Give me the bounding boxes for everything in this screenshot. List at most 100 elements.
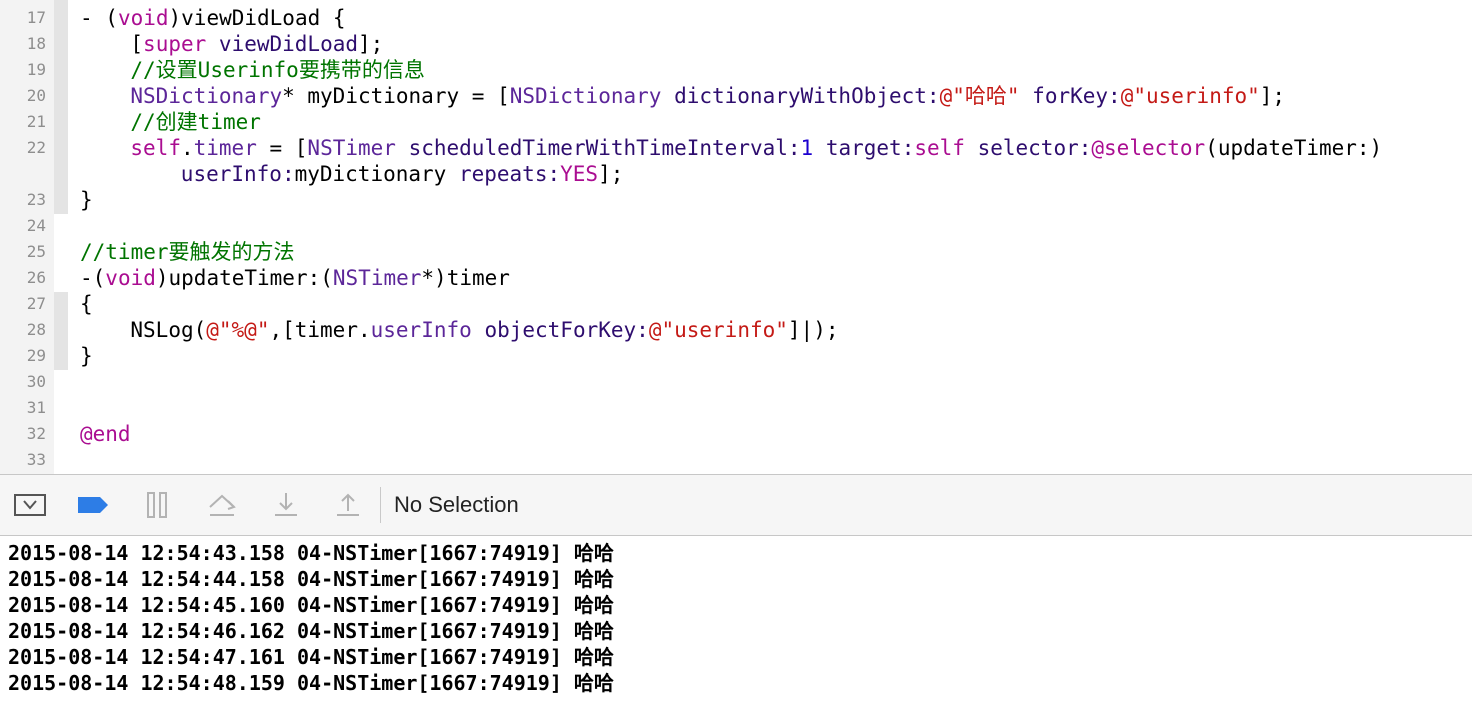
code-line[interactable]: 22 self.timer = [NSTimer scheduledTimerWi… bbox=[0, 135, 1472, 161]
code-token: } bbox=[80, 188, 93, 212]
code-token: - ( bbox=[80, 6, 118, 30]
code-token: ]; bbox=[358, 32, 384, 56]
line-number: 23 bbox=[26, 190, 46, 209]
code-text[interactable]: -(void)updateTimer:(NSTimer*)timer bbox=[80, 265, 510, 291]
code-token: viewDidLoad bbox=[218, 32, 358, 56]
code-line[interactable]: 23} bbox=[0, 187, 1472, 213]
code-token: //设置Userinfo要携带的信息 bbox=[130, 58, 425, 82]
line-number: 33 bbox=[26, 450, 46, 469]
console-output[interactable]: 2015-08-14 12:54:43.158 04-NSTimer[1667:… bbox=[0, 536, 1472, 728]
code-token: timer bbox=[193, 136, 257, 160]
code-line[interactable]: 32 @end bbox=[0, 421, 1472, 447]
code-token: ); bbox=[813, 318, 839, 342]
code-token: userInfo: bbox=[180, 162, 295, 186]
code-token: -( bbox=[80, 266, 106, 290]
code-token: } bbox=[80, 344, 93, 368]
code-line[interactable]: 26 -(void)updateTimer:(NSTimer*)timer bbox=[0, 265, 1472, 291]
code-token: repeats: bbox=[458, 162, 561, 186]
code-line[interactable]: 21 //创建timer bbox=[0, 109, 1472, 135]
code-token: . bbox=[180, 136, 194, 160]
code-text[interactable]: //timer要触发的方法 bbox=[80, 239, 295, 265]
console-log-line: 2015-08-14 12:54:46.162 04-NSTimer[1667:… bbox=[8, 619, 614, 643]
console-log-line: 2015-08-14 12:54:43.158 04-NSTimer[1667:… bbox=[8, 541, 614, 565]
line-number: 24 bbox=[26, 216, 46, 235]
code-token: ] bbox=[787, 318, 801, 342]
code-line[interactable]: 19 //设置Userinfo要携带的信息 bbox=[0, 57, 1472, 83]
line-number: 32 bbox=[26, 424, 46, 443]
code-line[interactable]: 17 - (void)viewDidLoad { bbox=[0, 5, 1472, 31]
code-token: @"哈哈" bbox=[939, 84, 1020, 108]
breakpoints-toggle-icon[interactable] bbox=[76, 491, 110, 519]
code-token: void bbox=[117, 6, 169, 30]
code-token: dictionaryWithObject: bbox=[674, 84, 940, 108]
code-line[interactable]: userInfo:myDictionary repeats:YES]; bbox=[0, 161, 1472, 187]
line-number: 25 bbox=[26, 242, 46, 261]
code-token: * myDictionary = [ bbox=[282, 84, 510, 108]
code-token: [ bbox=[130, 32, 144, 56]
code-text[interactable]: self.timer = [NSTimer scheduledTimerWith… bbox=[130, 135, 1382, 161]
step-out-icon[interactable] bbox=[334, 491, 362, 519]
code-text[interactable]: NSDictionary* myDictionary = [NSDictiona… bbox=[130, 83, 1285, 109]
code-token: NSTimer bbox=[332, 266, 422, 290]
console-log-line: 2015-08-14 12:54:44.158 04-NSTimer[1667:… bbox=[8, 567, 614, 591]
pause-icon[interactable] bbox=[144, 491, 172, 519]
step-into-icon[interactable] bbox=[272, 491, 300, 519]
line-number: 21 bbox=[26, 112, 46, 131]
line-number: 19 bbox=[26, 60, 46, 79]
code-token: myDictionary bbox=[294, 162, 459, 186]
line-number: 27 bbox=[26, 294, 46, 313]
code-line[interactable]: 27 { bbox=[0, 291, 1472, 317]
code-token: @"userinfo" bbox=[1120, 84, 1260, 108]
hide-debug-area-icon[interactable] bbox=[14, 491, 48, 519]
code-line[interactable]: 25 //timer要触发的方法 bbox=[0, 239, 1472, 265]
code-text[interactable]: NSLog(@"%@",[timer.userInfo objectForKey… bbox=[130, 317, 838, 343]
line-number: 30 bbox=[26, 372, 46, 391]
code-line[interactable]: 33 bbox=[0, 447, 1472, 473]
code-token: selector: bbox=[977, 136, 1092, 160]
code-line[interactable]: 28 NSLog(@"%@",[timer.userInfo objectForK… bbox=[0, 317, 1472, 343]
code-token: NSDictionary bbox=[130, 84, 283, 108]
selection-label: No Selection bbox=[394, 492, 519, 517]
code-line[interactable]: 20 NSDictionary* myDictionary = [NSDictio… bbox=[0, 83, 1472, 109]
code-text[interactable]: //创建timer bbox=[130, 109, 261, 135]
debug-bar: No Selection bbox=[0, 474, 1472, 536]
code-text[interactable]: userInfo:myDictionary repeats:YES]; bbox=[181, 161, 624, 187]
step-over-icon[interactable] bbox=[206, 491, 238, 519]
code-token: = [ bbox=[256, 136, 308, 160]
code-token: NSLog( bbox=[130, 318, 207, 342]
code-editor[interactable]: 17- (void)viewDidLoad {18 [super viewDidL… bbox=[0, 0, 1472, 474]
line-number: 20 bbox=[26, 86, 46, 105]
code-line[interactable]: 31 bbox=[0, 395, 1472, 421]
code-token: { bbox=[80, 292, 93, 316]
code-token: //创建timer bbox=[130, 110, 261, 134]
code-token: ,[timer. bbox=[269, 318, 371, 342]
code-text[interactable]: [super viewDidLoad]; bbox=[130, 31, 383, 57]
code-token: @selector bbox=[1091, 136, 1206, 160]
code-token: YES bbox=[560, 162, 599, 186]
code-line[interactable]: 30 bbox=[0, 369, 1472, 395]
code-text[interactable]: } bbox=[80, 187, 93, 213]
code-token: self bbox=[914, 136, 965, 160]
code-token: @"userinfo" bbox=[648, 318, 788, 342]
code-token: forKey: bbox=[1032, 84, 1121, 108]
code-token: objectForKey: bbox=[484, 318, 649, 342]
text-cursor: | bbox=[800, 318, 814, 342]
code-token: @end bbox=[80, 422, 131, 446]
code-line[interactable]: 24 bbox=[0, 213, 1472, 239]
line-number: 26 bbox=[26, 268, 46, 287]
code-line[interactable]: 29} bbox=[0, 343, 1472, 369]
code-text[interactable]: @end bbox=[80, 421, 131, 447]
toolbar-divider bbox=[380, 487, 381, 523]
line-number: 29 bbox=[26, 346, 46, 365]
code-line[interactable]: 18 [super viewDidLoad]; bbox=[0, 31, 1472, 57]
code-text[interactable]: - (void)viewDidLoad { bbox=[80, 5, 346, 31]
line-number: 28 bbox=[26, 320, 46, 339]
code-token: NSTimer bbox=[307, 136, 396, 160]
code-text[interactable]: //设置Userinfo要携带的信息 bbox=[130, 57, 424, 83]
code-text[interactable]: } bbox=[80, 343, 93, 369]
code-text[interactable]: { bbox=[80, 291, 93, 317]
